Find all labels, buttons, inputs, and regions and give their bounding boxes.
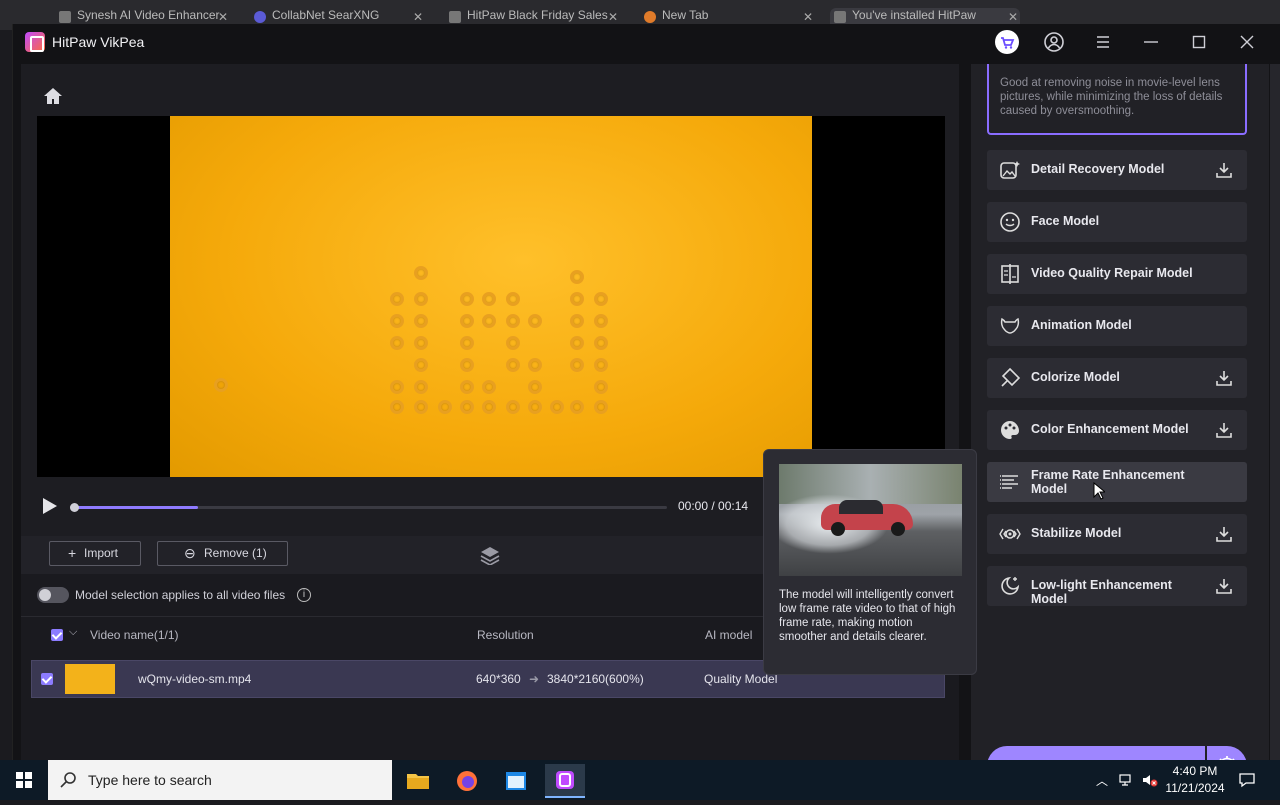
windows-taskbar: Type here to search ︿ 4:40 PM 11/21/2024 — [0, 760, 1280, 800]
face-icon — [999, 211, 1021, 233]
tab-favicon-icon — [59, 11, 71, 23]
model-color-enhancement[interactable]: Color Enhancement Model — [987, 410, 1247, 450]
download-icon[interactable] — [1215, 161, 1233, 179]
download-icon[interactable] — [1215, 421, 1233, 439]
clock-time[interactable]: 4:40 PM — [1165, 764, 1225, 778]
model-panel: Good at removing noise in movie-level le… — [971, 64, 1269, 786]
row-checkbox[interactable] — [41, 673, 53, 685]
firefox-icon[interactable] — [447, 764, 487, 798]
column-resolution: Resolution — [477, 628, 534, 642]
app-window-icon[interactable] — [496, 764, 536, 798]
model-video-quality-repair[interactable]: Video Quality Repair Model — [987, 254, 1247, 294]
close-icon[interactable]: ✕ — [608, 10, 618, 24]
time-readout: 00:00 / 00:14 — [678, 499, 749, 513]
stabilize-icon — [999, 523, 1021, 545]
toggle-knob — [39, 589, 51, 601]
account-icon[interactable] — [1042, 30, 1066, 54]
tab-favicon-icon — [834, 11, 846, 23]
animation-icon — [999, 315, 1021, 337]
download-icon[interactable] — [1215, 577, 1233, 595]
select-all-checkbox[interactable] — [51, 629, 63, 641]
title-bar: HitPaw VikPea — [13, 24, 1280, 60]
app-logo-icon — [25, 32, 45, 52]
volume-muted-icon[interactable] — [1141, 772, 1159, 793]
model-animation[interactable]: Animation Model — [987, 306, 1247, 346]
selected-model-card[interactable]: Good at removing noise in movie-level le… — [987, 64, 1247, 135]
cart-icon[interactable] — [995, 30, 1019, 54]
model-frame-rate-enhancement[interactable]: Frame Rate Enhancement Model — [987, 462, 1247, 502]
palette-icon — [999, 419, 1021, 441]
clock-date[interactable]: 11/21/2024 — [1160, 781, 1230, 795]
plus-icon: + — [68, 545, 77, 561]
close-icon[interactable] — [1235, 30, 1259, 54]
close-icon[interactable]: ✕ — [413, 10, 423, 24]
home-icon[interactable] — [41, 84, 65, 108]
chevron-down-icon[interactable]: ⌵ — [69, 626, 77, 639]
app-title: HitPaw VikPea — [52, 34, 145, 50]
mouse-cursor-icon — [1093, 481, 1107, 505]
tab-favicon-icon — [449, 11, 461, 23]
minimize-icon[interactable] — [1139, 30, 1163, 54]
detail-recovery-icon — [999, 159, 1021, 181]
model-colorize[interactable]: Colorize Model — [987, 358, 1247, 398]
tooltip-description: The model will intelligently convert low… — [779, 589, 956, 643]
search-placeholder: Type here to search — [88, 772, 212, 788]
tab-favicon-icon — [254, 11, 266, 23]
chevron-up-icon[interactable]: ︿ — [1096, 772, 1108, 789]
model-detail-recovery[interactable]: Detail Recovery Model — [987, 150, 1247, 190]
frame-rate-icon — [999, 471, 1021, 493]
file-name: wQmy-video-sm.mp4 — [138, 672, 252, 686]
toggle-label: Model selection applies to all video fil… — [75, 588, 286, 602]
progress-fill — [73, 506, 198, 509]
play-button[interactable] — [39, 496, 59, 516]
panel-scrollbar[interactable] — [1270, 64, 1280, 760]
apply-all-toggle[interactable] — [37, 587, 69, 603]
file-explorer-icon[interactable] — [398, 764, 438, 798]
menu-icon[interactable] — [1091, 30, 1115, 54]
column-ai-model: AI model — [705, 628, 753, 642]
video-preview[interactable] — [37, 116, 945, 477]
resolution-target: 3840*2160(600%) — [547, 672, 644, 686]
import-button[interactable]: + Import — [49, 541, 141, 566]
remove-button[interactable]: ⊖ Remove (1) — [157, 541, 288, 566]
minus-circle-icon: ⊖ — [184, 545, 196, 561]
layers-icon[interactable] — [479, 545, 501, 566]
video-frame — [170, 116, 812, 477]
close-icon[interactable]: ✕ — [1008, 10, 1018, 24]
arrow-right-icon: ➜ — [529, 672, 540, 686]
resolution-source: 640*360 — [476, 672, 521, 686]
colorize-icon — [999, 367, 1021, 389]
app-window: HitPaw VikPea 00:00 / 00:14 + Import ⊖ R… — [12, 24, 1280, 786]
notifications-icon[interactable] — [1238, 771, 1256, 794]
progress-handle[interactable] — [70, 503, 79, 512]
close-icon[interactable]: ✕ — [803, 10, 813, 24]
quality-repair-icon — [999, 263, 1021, 285]
info-icon[interactable]: i — [297, 588, 311, 602]
download-icon[interactable] — [1215, 369, 1233, 387]
windows-icon — [16, 772, 32, 788]
tooltip-preview-image — [779, 464, 962, 576]
model-tooltip: The model will intelligently convert low… — [763, 449, 977, 675]
hitpaw-taskbar-icon[interactable] — [545, 764, 585, 798]
start-button[interactable] — [0, 760, 48, 800]
tab-favicon-icon — [644, 11, 656, 23]
taskbar-search[interactable]: Type here to search — [48, 760, 392, 800]
video-thumbnail — [65, 664, 115, 694]
model-low-light-enhancement[interactable]: Low-light Enhancement Model — [987, 566, 1247, 606]
download-icon[interactable] — [1215, 525, 1233, 543]
model-stabilize[interactable]: Stabilize Model — [987, 514, 1247, 554]
column-video-name: Video name(1/1) — [90, 628, 179, 642]
progress-slider[interactable] — [70, 503, 667, 512]
model-face[interactable]: Face Model — [987, 202, 1247, 242]
model-description: Good at removing noise in movie-level le… — [1000, 77, 1223, 117]
close-icon[interactable]: ✕ — [218, 10, 228, 24]
search-icon — [60, 772, 76, 788]
low-light-icon — [999, 575, 1021, 597]
network-icon[interactable] — [1118, 772, 1134, 793]
maximize-icon[interactable] — [1187, 30, 1211, 54]
